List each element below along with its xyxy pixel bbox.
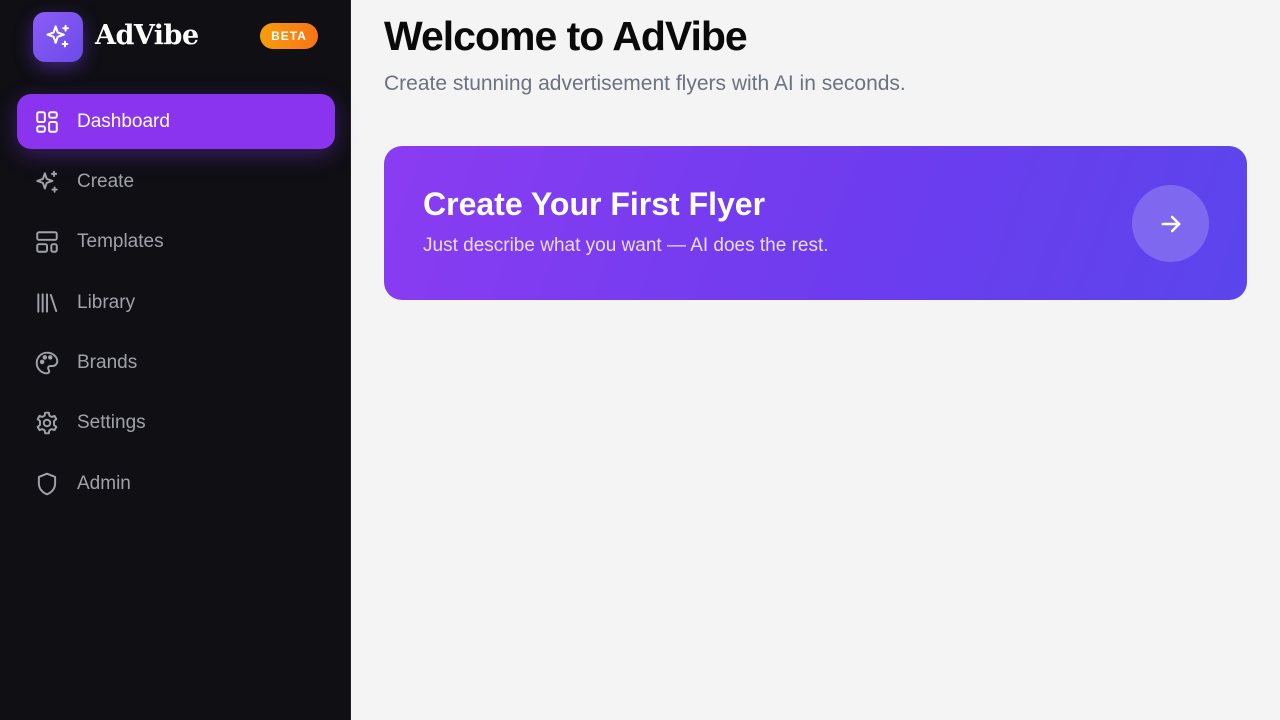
page-subtitle: Create stunning advertisement flyers wit… [384,72,906,95]
sidebar-item-label: Create [77,170,135,192]
dashboard-icon [33,108,61,136]
cta-arrow-button[interactable] [1132,185,1209,262]
sidebar-item-label: Settings [77,412,146,434]
cta-subtitle: Just describe what you want — AI does th… [423,235,829,256]
sidebar-item-settings[interactable]: Settings [17,396,335,451]
sidebar-item-label: Admin [77,472,131,494]
library-icon [33,289,61,317]
palette-icon [33,349,61,377]
sidebar-item-admin[interactable]: Admin [17,456,335,511]
create-first-flyer-card[interactable]: Create Your First Flyer Just describe wh… [384,146,1247,300]
sparkles-icon [33,168,61,196]
sidebar-item-label: Dashboard [77,110,170,132]
page-title: Welcome to AdVibe [384,13,748,59]
sidebar-item-create[interactable]: Create [17,154,335,209]
cta-title: Create Your First Flyer [423,186,766,222]
sidebar-nav: Dashboard Create Templates Library Brand… [17,94,335,517]
templates-icon [33,228,61,256]
sidebar-item-templates[interactable]: Templates [17,215,335,270]
logo[interactable] [33,12,83,62]
brand: AdVibe BETA [33,12,323,62]
sparkles-icon [46,24,69,48]
shield-icon [33,470,61,498]
sidebar-item-brands[interactable]: Brands [17,336,335,391]
sidebar-item-library[interactable]: Library [17,275,335,330]
sidebar-item-label: Templates [77,231,164,253]
beta-badge: BETA [260,23,318,49]
sidebar: AdVibe BETA Dashboard Create Templates L… [0,0,351,720]
gear-icon [33,409,61,437]
brand-name: AdVibe [95,20,199,51]
sidebar-item-label: Brands [77,352,138,374]
sidebar-item-dashboard[interactable]: Dashboard [17,94,335,149]
arrow-right-icon [1161,215,1180,232]
sidebar-item-label: Library [77,291,136,313]
